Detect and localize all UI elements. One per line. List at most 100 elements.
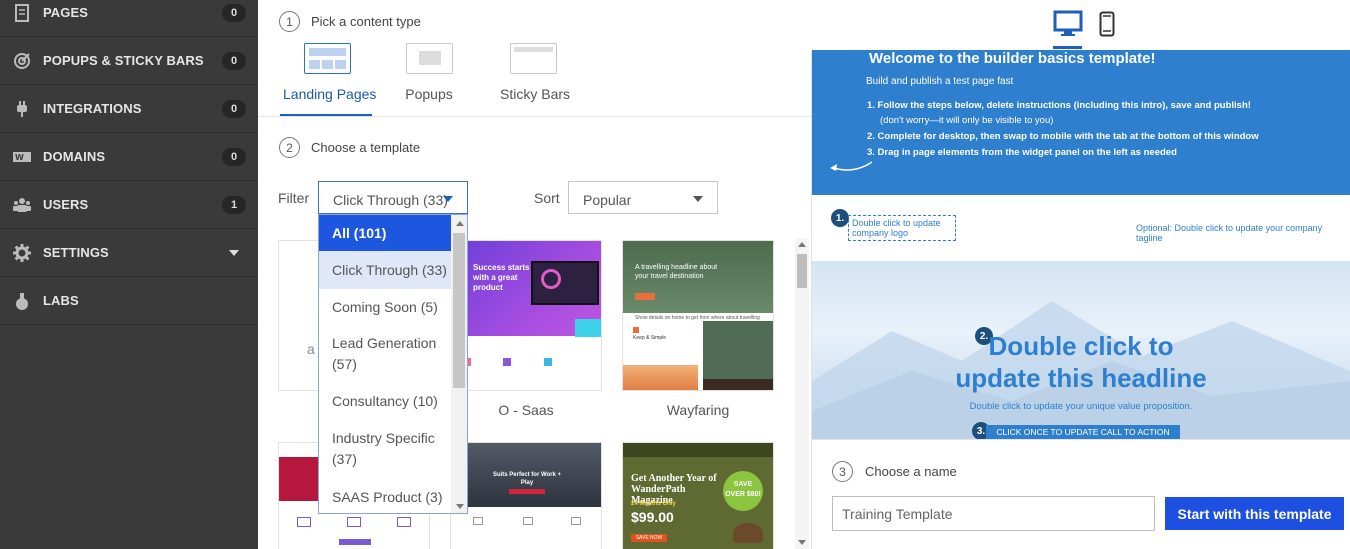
step-badge: 1.: [831, 209, 849, 227]
step-label: Choose a template: [311, 140, 421, 155]
chevron-down-icon: [443, 196, 453, 202]
tab-popups[interactable]: Popups: [400, 43, 458, 102]
laptop-shape: [531, 261, 599, 305]
template-thumb-headline: A travelling headline about your travel …: [635, 264, 718, 280]
filter-option[interactable]: SAAS Product (3): [319, 479, 451, 513]
dropdown-scrollbar[interactable]: [451, 215, 467, 513]
mobile-icon[interactable]: [1099, 11, 1115, 42]
scrollbar-thumb[interactable]: [797, 254, 807, 288]
count-badge: 0: [222, 3, 246, 22]
users-icon: [12, 195, 32, 215]
template-card[interactable]: Get Another Year of WanderPath Magazine …: [622, 442, 774, 549]
preview-step-note: (don't worry—it will only be visible to …: [880, 115, 1054, 126]
headline-text: Double click to update this headline: [955, 331, 1207, 393]
preview-value-proposition[interactable]: Double click to update your unique value…: [812, 401, 1350, 412]
tab-label: Popups: [405, 86, 453, 102]
step-number: 1: [279, 11, 300, 32]
sidebar-item-settings[interactable]: SETTINGS: [0, 229, 258, 277]
scroll-down-icon: [798, 540, 806, 545]
template-thumb-text: 24 Months Only: [631, 501, 676, 507]
count-badge: 1: [222, 195, 246, 214]
start-with-template-button[interactable]: Start with this template: [1165, 497, 1344, 530]
sidebar-item-labs[interactable]: LABS: [0, 277, 258, 325]
step-number: 3: [832, 461, 853, 482]
landing-page-icon: [303, 43, 351, 74]
company-logo-placeholder[interactable]: Double click to update company logo: [848, 215, 956, 241]
pages-icon: [12, 3, 32, 23]
filter-option[interactable]: Click Through (33): [319, 251, 451, 289]
sidebar-item-label: SETTINGS: [43, 245, 109, 260]
name-section: [812, 439, 1350, 549]
sidebar-item-popups[interactable]: POPUPS & STICKY BARS 0: [0, 37, 258, 85]
template-card[interactable]: Suits Perfect for Work + Play: [450, 442, 602, 549]
preview-step: 2. Complete for desktop, then swap to mo…: [867, 131, 1259, 142]
templates-scrollbar[interactable]: [795, 238, 809, 549]
scroll-up-icon: [456, 221, 464, 226]
step-label: Pick a content type: [311, 14, 421, 29]
filter-dropdown: All (101) Click Through (33) Coming Soon…: [318, 214, 468, 514]
gear-icon: [12, 243, 32, 263]
preview-title: Welcome to the builder basics template!: [869, 50, 1156, 67]
svg-text:W: W: [15, 153, 24, 162]
preview-step: 1. Follow the steps below, delete instru…: [867, 100, 1251, 111]
sidebar-item-label: USERS: [43, 197, 89, 212]
sticky-bar-icon: [509, 43, 557, 74]
template-title: O - Saas: [498, 402, 554, 418]
filter-label: Filter: [278, 190, 310, 206]
tab-landing-pages[interactable]: Landing Pages: [283, 43, 377, 102]
desktop-icon[interactable]: [1053, 10, 1083, 43]
sidebar-item-label: INTEGRATIONS: [43, 101, 142, 116]
filter-option[interactable]: Coming Soon (5): [319, 289, 451, 325]
count-badge: 0: [222, 51, 246, 70]
sidebar: PAGES 0 POPUPS & STICKY BARS 0 INTEGRATI…: [0, 0, 258, 549]
count-badge: 0: [222, 147, 246, 166]
filter-select[interactable]: Click Through (33): [318, 181, 468, 214]
tab-label: Sticky Bars: [500, 86, 571, 102]
company-tagline[interactable]: Optional: Double click to update your co…: [1136, 223, 1350, 243]
template-card-o-saas[interactable]: Success starts with a great product: [450, 240, 602, 391]
template-thumb-price: $99.00: [631, 509, 674, 525]
template-name-input[interactable]: [832, 496, 1155, 531]
tab-sticky-bars[interactable]: Sticky Bars: [500, 43, 571, 102]
sort-value: Popular: [583, 192, 632, 208]
chevron-down-icon: [693, 196, 703, 202]
scroll-up-icon: [798, 242, 806, 247]
step-number: 2: [279, 137, 300, 158]
template-card-wayfaring[interactable]: A travelling headline about your travel …: [622, 240, 774, 391]
sort-label: Sort: [534, 190, 560, 206]
template-thumb-text: Keep & Simple: [633, 335, 667, 341]
template-thumb-headline: Suits Perfect for Work + Play: [492, 472, 562, 486]
flask-icon: [12, 291, 32, 311]
tab-label: Landing Pages: [283, 86, 377, 102]
template-thumb-headline: Success starts with a great product: [473, 263, 530, 292]
sidebar-item-domains[interactable]: W DOMAINS 0: [0, 133, 258, 181]
sort-select[interactable]: Popular: [568, 181, 718, 214]
template-title: Wayfaring: [666, 402, 730, 418]
preview-headline[interactable]: Double click to update this headline: [812, 330, 1350, 394]
sidebar-item-users[interactable]: USERS 1: [0, 181, 258, 229]
count-badge: 0: [222, 99, 246, 118]
sidebar-item-pages[interactable]: PAGES 0: [0, 0, 258, 37]
scroll-down-icon: [456, 504, 464, 509]
popup-icon: [405, 43, 453, 74]
filter-value: Click Through (33): [333, 192, 448, 208]
scrollbar-thumb[interactable]: [453, 233, 465, 388]
active-device-indicator: [1053, 46, 1082, 49]
filter-option[interactable]: Lead Generation (57): [319, 331, 439, 377]
preview-subtitle: Build and publish a test page fast: [866, 76, 1014, 87]
plug-icon: [12, 99, 32, 119]
filter-option[interactable]: Industry Specific (37): [319, 426, 439, 472]
filter-option[interactable]: Consultancy (10): [319, 383, 451, 419]
sidebar-item-integrations[interactable]: INTEGRATIONS 0: [0, 85, 258, 133]
sidebar-item-label: POPUPS & STICKY BARS: [43, 53, 204, 68]
curved-arrow-icon: [828, 158, 874, 181]
sidebar-item-label: DOMAINS: [43, 149, 106, 164]
sidebar-item-label: PAGES: [43, 5, 89, 20]
card-thumb-text: a: [307, 341, 315, 357]
sidebar-item-label: LABS: [43, 293, 79, 308]
template-thumb-cta: SAVE NOW: [631, 534, 667, 542]
template-thumb-badge: SAVE OVER $80!: [723, 471, 763, 511]
preview-cta-button[interactable]: CLICK ONCE TO UPDATE CALL TO ACTION: [986, 425, 1180, 439]
target-icon: [12, 51, 32, 71]
filter-option[interactable]: All (101): [319, 215, 451, 251]
